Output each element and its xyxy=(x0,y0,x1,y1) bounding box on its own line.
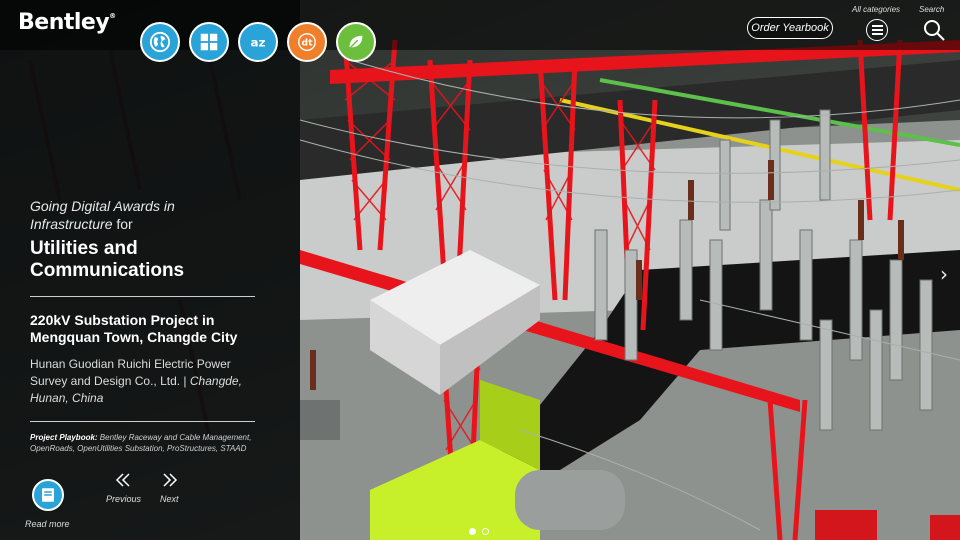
panel-divider-bottom xyxy=(30,421,255,422)
bentley-logo[interactable]: Bentley® xyxy=(18,10,116,35)
all-categories-menu-button[interactable] xyxy=(866,19,888,41)
project-title: 220kV Substation Project in Mengquan Tow… xyxy=(30,312,238,345)
category-az-button[interactable]: az xyxy=(238,22,278,62)
slide-dot-1[interactable] xyxy=(469,528,476,535)
category-globe-button[interactable] xyxy=(140,22,180,62)
svg-text:az: az xyxy=(251,36,266,50)
hamburger-icon xyxy=(871,25,883,27)
playbook-label: Project Playbook: xyxy=(30,433,98,442)
award-header: Going Digital Awards in Infrastructure f… xyxy=(30,197,258,282)
slide-next-chevron-icon[interactable]: › xyxy=(940,262,948,286)
book-icon xyxy=(42,488,54,502)
award-line-1: Going Digital Awards in xyxy=(30,198,175,214)
award-line-2-italic: Infrastructure xyxy=(30,216,113,232)
category-grid-button[interactable] xyxy=(189,22,229,62)
award-line-2-rest: for xyxy=(112,216,133,232)
top-navigation-bar: Bentley® az dt Order Yearbook All catego… xyxy=(0,0,960,62)
project-organization: Hunan Guodian Ruichi Electric Power Surv… xyxy=(30,356,265,407)
az-icon: az xyxy=(251,36,266,50)
slide-dot-2[interactable] xyxy=(482,528,489,535)
dt-icon: dt xyxy=(298,33,316,51)
category-icon-bar: az dt xyxy=(140,22,376,62)
read-more-label: Read more xyxy=(25,519,70,529)
leaf-icon xyxy=(349,35,363,49)
all-categories-label: All categories xyxy=(852,5,901,14)
order-yearbook-button[interactable]: Order Yearbook xyxy=(747,17,833,39)
category-dt-button[interactable]: dt xyxy=(287,22,327,62)
next-label[interactable]: Next xyxy=(160,494,179,504)
project-playbook: Project Playbook: Bentley Raceway and Ca… xyxy=(30,432,270,454)
svg-text:dt: dt xyxy=(302,38,314,49)
search-icon[interactable] xyxy=(922,18,946,42)
previous-label[interactable]: Previous xyxy=(106,494,141,504)
organization-separator: | xyxy=(180,374,190,388)
grid-icon xyxy=(200,33,218,51)
award-category-title: Utilities and Communications xyxy=(30,238,185,281)
slide-pagination xyxy=(469,528,489,535)
logo-text: Bentley xyxy=(18,10,110,35)
previous-arrow-icon[interactable] xyxy=(114,472,132,488)
logo-registered-mark: ® xyxy=(109,12,116,20)
panel-divider-top xyxy=(30,296,255,297)
read-more-button[interactable] xyxy=(32,479,64,511)
next-arrow-icon[interactable] xyxy=(161,472,179,488)
search-label: Search xyxy=(919,5,945,14)
globe-icon xyxy=(149,31,171,53)
category-leaf-button[interactable] xyxy=(336,22,376,62)
award-line-2: Infrastructure for xyxy=(30,215,258,233)
